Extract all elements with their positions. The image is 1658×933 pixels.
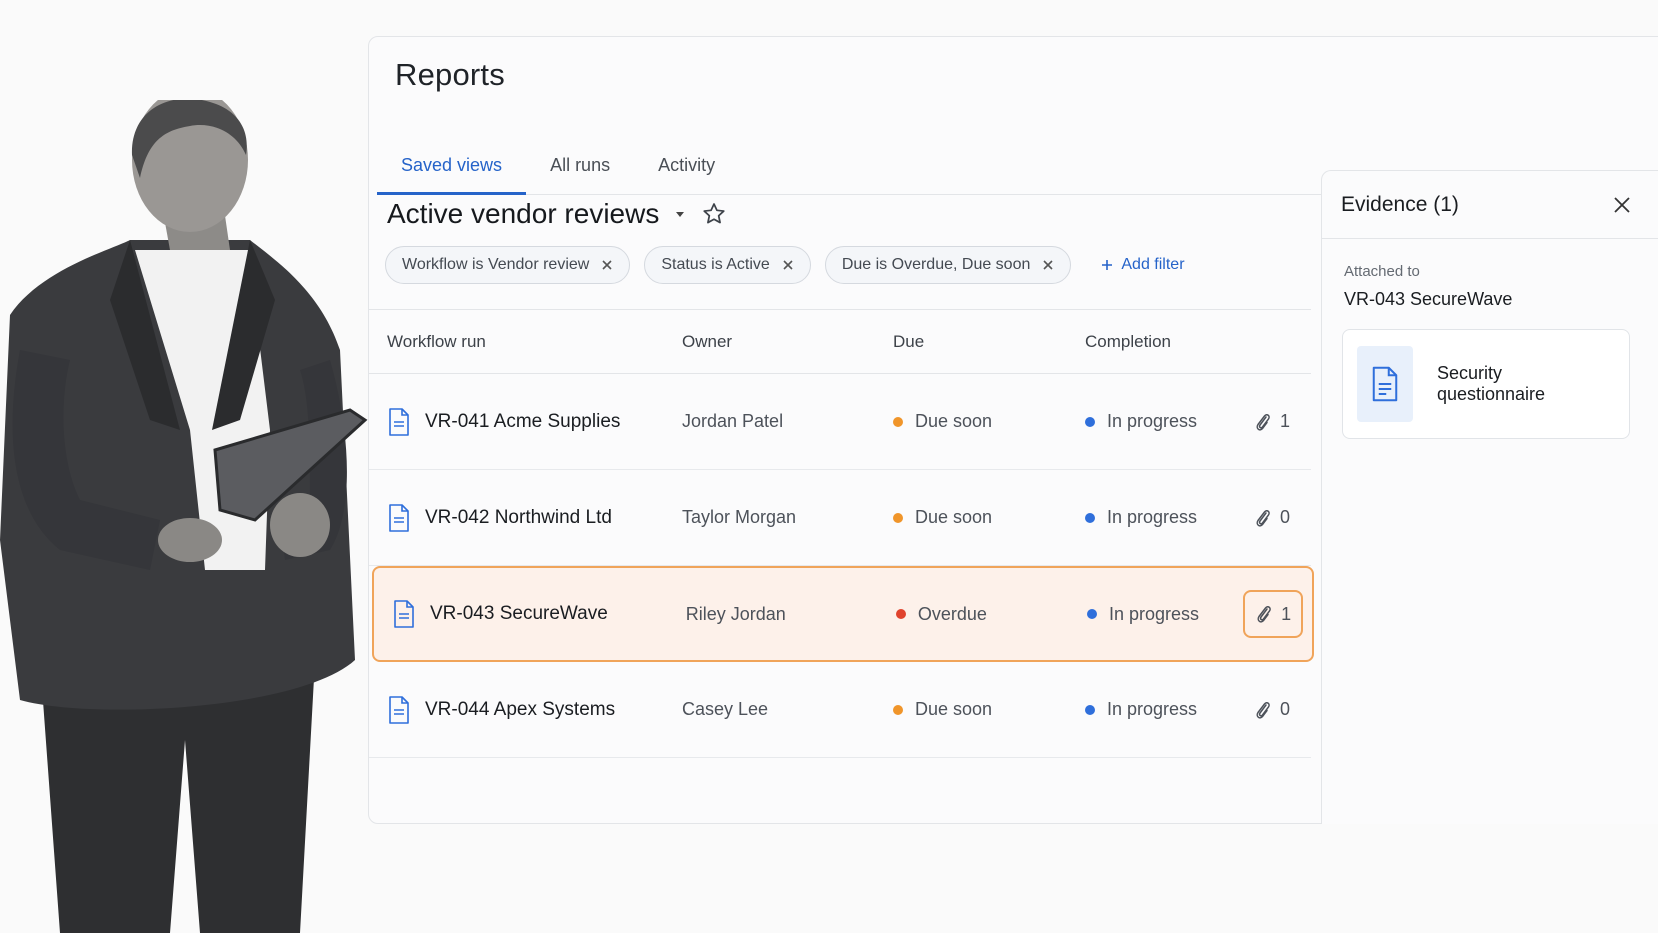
close-panel-button[interactable] (1612, 195, 1632, 215)
completion-status-dot (1085, 416, 1095, 427)
attachments-button[interactable]: 0 (1244, 686, 1300, 734)
owner-cell: Taylor Morgan (682, 507, 797, 527)
due-cell: Overdue (894, 604, 1085, 625)
completion-status-label: In progress (1108, 603, 1200, 624)
evidence-panel-title: Evidence (1) (1341, 192, 1459, 216)
completion-status-dot (1086, 609, 1097, 619)
close-icon (1614, 196, 1630, 213)
completion-cell: In progress (1085, 604, 1234, 625)
table-row[interactable]: VR-044 Apex Systems Casey Lee Due soon In p… (369, 662, 1311, 758)
due-status-dot (893, 512, 903, 523)
remove-filter-button[interactable] (782, 259, 794, 271)
paperclip-icon (1256, 413, 1270, 431)
star-icon (703, 203, 725, 224)
close-icon (602, 260, 612, 270)
completion-cell: In progress (1083, 507, 1233, 528)
completion-status-dot (1085, 704, 1095, 715)
owner-cell: Casey Lee (682, 699, 769, 719)
document-icon (389, 503, 409, 532)
completion-status-label: In progress (1107, 507, 1198, 527)
table-row[interactable]: VR-041 Acme Supplies Jordan Patel Due soon… (369, 374, 1311, 470)
run-cell: VR-044 Apex Systems (369, 692, 680, 728)
column-header-due[interactable]: Due (891, 332, 1083, 352)
due-status-dot (893, 416, 903, 427)
table-row[interactable]: VR-042 Northwind Ltd Taylor Morgan Due soo… (369, 470, 1311, 566)
attachment-count: 0 (1279, 507, 1290, 527)
close-icon (783, 260, 793, 270)
document-icon (394, 600, 414, 628)
paperclip-icon (1256, 509, 1270, 527)
table-body: VR-041 Acme Supplies Jordan Patel Due soon… (369, 374, 1314, 758)
paperclip-icon (1256, 701, 1270, 719)
runs-table: Workflow run Owner Due Completion VR-041… (369, 309, 1314, 758)
document-icon (1372, 366, 1398, 402)
run-name[interactable]: VR-042 Northwind Ltd (425, 507, 612, 529)
filter-chip-label: Workflow is Vendor review (402, 256, 590, 273)
completion-status-label: In progress (1107, 411, 1198, 431)
due-status-dot (895, 609, 906, 619)
filter-chip-workflow[interactable]: Workflow is Vendor review (385, 246, 631, 284)
remove-filter-button[interactable] (601, 259, 613, 271)
filter-bar: Workflow is Vendor review Status is Acti… (385, 246, 1185, 284)
person-illustration (0, 100, 368, 933)
evidence-document-card[interactable]: Security questionnaire (1342, 329, 1630, 439)
completion-status-dot (1085, 512, 1095, 523)
attached-to-label: Attached to (1344, 263, 1420, 280)
view-menu-button[interactable] (673, 207, 687, 221)
document-icon (389, 407, 409, 436)
run-cell: VR-042 Northwind Ltd (369, 500, 680, 536)
run-cell: VR-043 SecureWave (374, 596, 684, 632)
due-status-label: Due soon (915, 699, 993, 719)
owner-cell: Jordan Patel (682, 411, 784, 431)
attachment-count: 0 (1279, 699, 1290, 719)
column-header-completion[interactable]: Completion (1083, 332, 1233, 352)
attachment-count: 1 (1281, 603, 1292, 624)
due-status-dot (893, 704, 903, 715)
attached-to-value[interactable]: VR-043 SecureWave (1344, 289, 1512, 310)
table-row[interactable]: VR-043 SecureWave Riley Jordan Overdue In p… (372, 566, 1314, 662)
run-name[interactable]: VR-043 SecureWave (430, 603, 608, 625)
table-header: Workflow run Owner Due Completion (369, 310, 1311, 374)
document-name: Security questionnaire (1436, 363, 1546, 404)
completion-cell: In progress (1083, 699, 1233, 720)
completion-status-label: In progress (1107, 699, 1198, 719)
due-cell: Due soon (891, 411, 1083, 432)
favorite-button[interactable] (701, 201, 727, 227)
due-status-label: Overdue (917, 603, 987, 624)
run-name[interactable]: VR-044 Apex Systems (425, 699, 615, 721)
run-name[interactable]: VR-041 Acme Supplies (425, 411, 620, 433)
column-header-owner[interactable]: Owner (680, 332, 891, 352)
filter-chip-due[interactable]: Due is Overdue, Due soon (824, 246, 1072, 284)
close-icon (1043, 260, 1053, 270)
evidence-panel: Evidence (1) Attached to VR-043 SecureWa… (1321, 170, 1658, 824)
due-status-label: Due soon (915, 411, 993, 431)
due-cell: Due soon (891, 699, 1083, 720)
page-title: Reports (395, 57, 505, 92)
add-filter-label: Add filter (1121, 256, 1185, 273)
filter-chip-label: Due is Overdue, Due soon (841, 256, 1031, 273)
column-header-run[interactable]: Workflow run (369, 332, 680, 352)
attachments-button[interactable]: 1 (1244, 398, 1300, 446)
completion-cell: In progress (1083, 411, 1233, 432)
owner-cell: Riley Jordan (685, 603, 786, 624)
filter-chip-label: Status is Active (661, 256, 770, 273)
view-header: Active vendor reviews (387, 189, 727, 239)
remove-filter-button[interactable] (1042, 259, 1054, 271)
attachment-count: 1 (1279, 411, 1290, 431)
paperclip-icon (1257, 606, 1271, 623)
view-title: Active vendor reviews (387, 198, 660, 229)
document-thumbnail (1357, 346, 1413, 422)
document-icon (389, 695, 409, 724)
filter-chip-status[interactable]: Status is Active (644, 246, 811, 284)
run-cell: VR-041 Acme Supplies (369, 404, 680, 440)
evidence-panel-header: Evidence (1) (1322, 171, 1658, 239)
due-cell: Due soon (891, 507, 1083, 528)
attachments-button[interactable]: 1 (1243, 590, 1304, 638)
due-status-label: Due soon (915, 507, 993, 527)
add-filter-button[interactable]: Add filter (1101, 256, 1185, 274)
chevron-down-icon (676, 212, 685, 217)
attachments-button[interactable]: 0 (1244, 494, 1300, 542)
plus-icon (1102, 260, 1113, 270)
